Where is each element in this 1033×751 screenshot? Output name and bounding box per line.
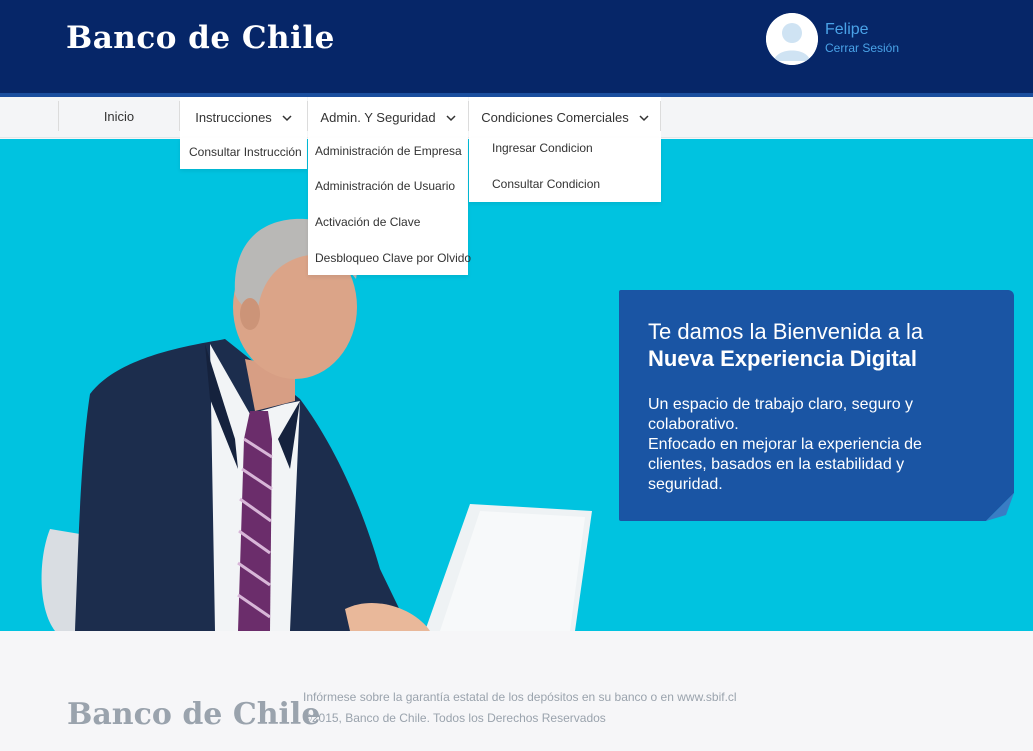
- page-fold-icon: [986, 493, 1014, 521]
- top-header: Banco de Chile Felipe Cerrar Sesión: [0, 0, 1033, 94]
- user-silhouette-icon: [766, 13, 818, 65]
- menu-item-administracion-usuario[interactable]: Administración de Usuario: [315, 179, 455, 193]
- chevron-down-icon: [446, 114, 456, 121]
- welcome-text-line: seguridad.: [648, 476, 723, 493]
- copyright-text: ©2015, Banco de Chile. Todos los Derecho…: [303, 711, 606, 725]
- logout-link[interactable]: Cerrar Sesión: [825, 41, 899, 55]
- welcome-text-line: clientes, basados en la estabilidad y: [648, 456, 905, 473]
- nav-item-inicio[interactable]: Inicio: [59, 97, 179, 135]
- welcome-text-line: Un espacio de trabajo claro, seguro y: [648, 396, 914, 413]
- chevron-down-icon: [639, 114, 649, 121]
- menu-item-activacion-clave[interactable]: Activación de Clave: [315, 215, 420, 229]
- footer-logo: Banco de Chile: [67, 697, 321, 732]
- nav-item-condiciones-comerciales[interactable]: Condiciones Comerciales: [469, 97, 661, 138]
- chevron-down-icon: [282, 114, 292, 121]
- user-avatar[interactable]: [766, 13, 818, 65]
- main-nav: Inicio Instrucciones Admin. Y Seguridad …: [0, 97, 1033, 138]
- menu-item-desbloqueo-clave[interactable]: Desbloqueo Clave por Olvido: [315, 251, 471, 265]
- nav-item-label: Condiciones Comerciales: [481, 110, 629, 125]
- bank-logo[interactable]: Banco de Chile: [66, 20, 335, 56]
- welcome-text-line: Enfocado en mejorar la experiencia de: [648, 436, 922, 453]
- menu-item-administracion-empresa[interactable]: Administración de Empresa: [315, 144, 462, 158]
- welcome-card: Te damos la Bienvenida a la Nueva Experi…: [619, 290, 1014, 521]
- nav-item-admin-seguridad[interactable]: Admin. Y Seguridad: [308, 97, 468, 138]
- welcome-text-line: colaborativo.: [648, 416, 739, 433]
- instrucciones-dropdown: Consultar Instrucción: [180, 138, 307, 169]
- user-name: Felipe: [825, 21, 869, 38]
- welcome-subtitle: Nueva Experiencia Digital: [648, 346, 917, 371]
- nav-item-label: Admin. Y Seguridad: [320, 110, 436, 125]
- condiciones-dropdown: Ingresar Condicion Consultar Condicion: [469, 138, 661, 202]
- nav-item-instrucciones[interactable]: Instrucciones: [180, 97, 307, 138]
- menu-item-consultar-instruccion[interactable]: Consultar Instrucción: [189, 145, 302, 159]
- welcome-title: Te damos la Bienvenida a la: [648, 319, 924, 344]
- nav-item-label: Inicio: [103, 108, 135, 124]
- nav-divider: [660, 101, 661, 131]
- menu-item-ingresar-condicion[interactable]: Ingresar Condicion: [492, 141, 593, 155]
- menu-item-consultar-condicion[interactable]: Consultar Condicion: [492, 177, 600, 191]
- admin-seguridad-dropdown: Administración de Empresa Administración…: [308, 138, 471, 275]
- welcome-description: Un espacio de trabajo claro, seguro y co…: [648, 395, 978, 495]
- deposit-guarantee-notice: Infórmese sobre la garantía estatal de l…: [303, 690, 737, 704]
- nav-item-label: Instrucciones: [195, 110, 272, 125]
